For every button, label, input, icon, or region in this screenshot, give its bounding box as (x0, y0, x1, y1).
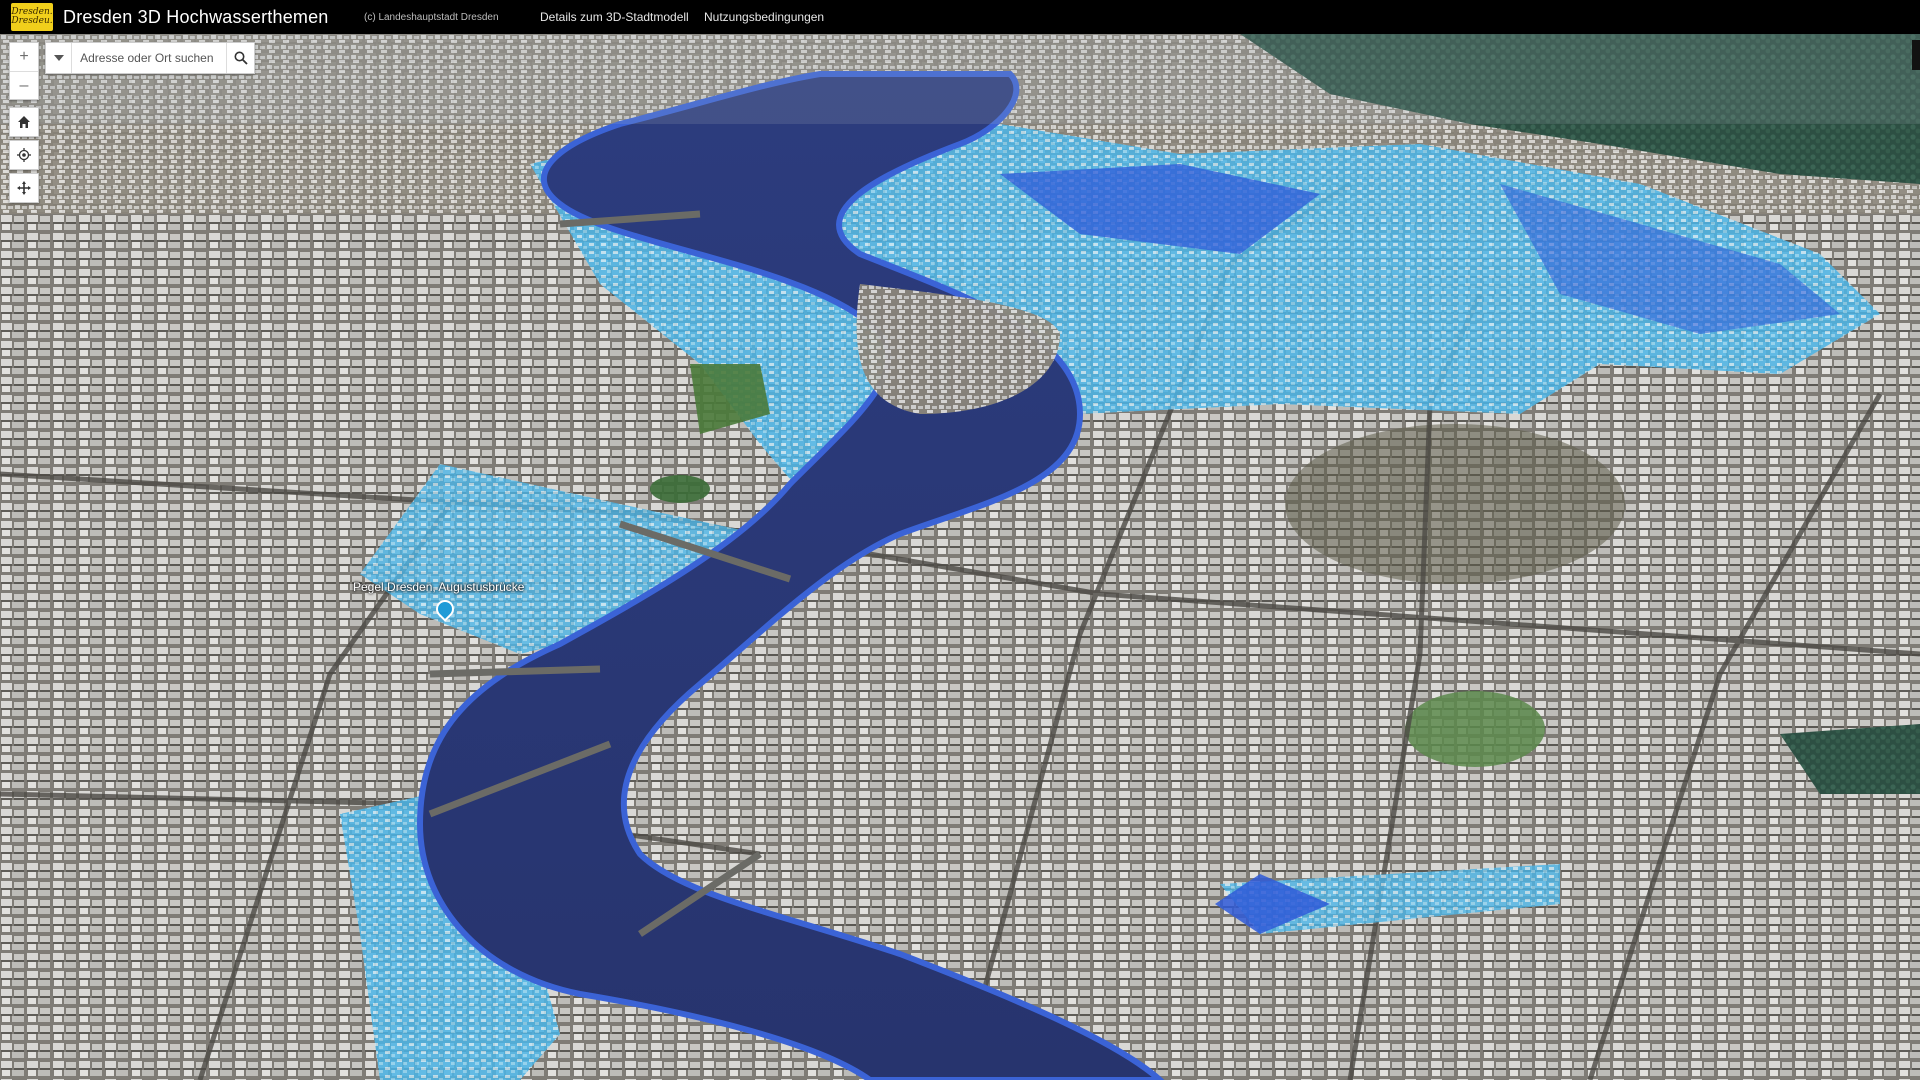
search-widget (45, 42, 255, 74)
navigation-toggle-control (9, 173, 39, 203)
search-button[interactable] (226, 43, 254, 73)
copyright-text: (c) Landeshauptstadt Dresden (364, 12, 499, 23)
aerial-scene (0, 34, 1920, 1080)
search-source-dropdown[interactable] (46, 43, 73, 73)
app-header: Dresden. Dresdeu. Dresden 3D Hochwassert… (0, 0, 1920, 34)
zoom-out-button[interactable]: – (10, 71, 38, 99)
pan-mode-button[interactable] (10, 174, 38, 202)
nav-link-terms-of-use[interactable]: Nutzungsbedingungen (704, 10, 824, 24)
nav-link-model-details[interactable]: Details zum 3D-Stadtmodell (540, 10, 689, 24)
pan-icon (17, 181, 31, 195)
scene-view-3d[interactable] (0, 34, 1920, 1080)
search-icon (234, 51, 248, 65)
locate-button[interactable] (10, 141, 38, 169)
app-title: Dresden 3D Hochwasserthemen (63, 7, 329, 27)
search-input[interactable] (72, 45, 227, 71)
zoom-control: + – (9, 42, 39, 100)
home-control (9, 107, 39, 137)
scrollbar-handle[interactable] (1912, 40, 1920, 70)
gauge-station-label: Pegel Dresden, Augustusbrücke (353, 580, 525, 594)
home-icon (18, 116, 30, 128)
locate-control (9, 140, 39, 170)
locate-icon (17, 148, 31, 162)
logo-text: Dresden. Dresdeu. (11, 7, 53, 26)
home-button[interactable] (10, 108, 38, 136)
park-area (1405, 691, 1545, 767)
zoom-in-button[interactable]: + (10, 43, 38, 71)
chevron-down-icon (53, 55, 64, 61)
dresden-logo[interactable]: Dresden. Dresdeu. (11, 3, 53, 31)
